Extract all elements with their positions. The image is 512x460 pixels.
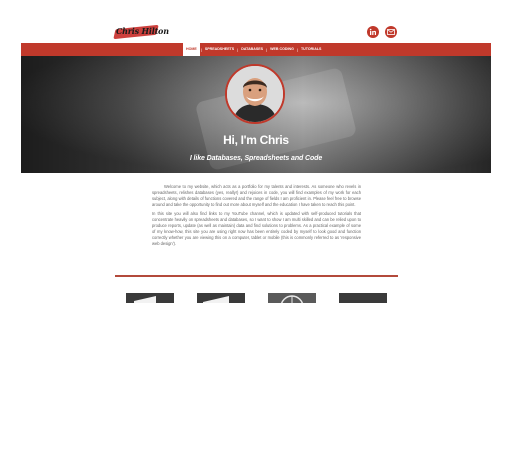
intro-text: Welcome to my website, which acts as a p…	[152, 184, 361, 250]
main-nav: Home | Spreadsheets | Databases | Web Co…	[21, 43, 491, 56]
avatar	[225, 64, 285, 124]
hero-subtitle: I like Databases, Spreadsheets and Code	[189, 155, 323, 162]
spreadsheet-tile[interactable]	[126, 293, 174, 303]
web-tile[interactable]	[268, 293, 316, 303]
logo-text: Chris Hilton	[116, 26, 169, 36]
nav-item-spreadsheets[interactable]: Spreadsheets	[203, 43, 236, 56]
tutorial-tile[interactable]	[339, 293, 387, 303]
site-logo[interactable]: Chris Hilton	[113, 24, 169, 40]
nav-item-web-coding[interactable]: Web Coding	[268, 43, 296, 56]
nav-item-tutorials[interactable]: Tutorials	[299, 43, 324, 56]
section-divider	[115, 275, 398, 277]
hero-banner: Hi, I'm Chris I like Databases, Spreadsh…	[21, 56, 491, 173]
mail-icon[interactable]	[385, 26, 397, 38]
web-page: Chris Hilton Home | Spreadsheets | Datab…	[21, 21, 491, 303]
nav-item-home[interactable]: Home	[183, 43, 200, 56]
database-tile[interactable]	[197, 293, 245, 303]
intro-paragraph: In this site you will also find links to…	[152, 211, 361, 246]
nav-item-databases[interactable]: Databases	[239, 43, 265, 56]
intro-paragraph: Welcome to my website, which acts as a p…	[152, 184, 361, 207]
hero-title: Hi, I'm Chris	[223, 133, 289, 147]
linkedin-icon[interactable]	[367, 26, 379, 38]
site-header: Chris Hilton	[21, 21, 491, 43]
